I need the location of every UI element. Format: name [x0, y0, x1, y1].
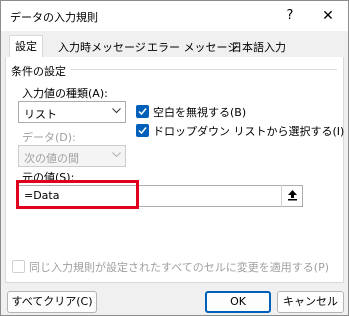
cancel-button[interactable]: キャンセル [277, 291, 344, 313]
ok-button[interactable]: OK [205, 291, 271, 313]
allow-combo[interactable]: リスト [18, 101, 126, 123]
clear-all-button[interactable]: すべてクリア(C) [7, 291, 97, 313]
apply-all-label: 同じ入力規則が設定されたすべてのセルに変更を適用する(P) [29, 261, 330, 274]
window-title: データの入力規則 [10, 11, 98, 24]
in-cell-dropdown-checkbox[interactable] [136, 124, 149, 137]
group-divider [71, 69, 337, 70]
allow-label: 入力値の種類(A): [22, 87, 108, 100]
allow-value: リスト [24, 108, 57, 121]
source-highlight-box [16, 180, 139, 209]
close-button[interactable]: ✕ [315, 5, 341, 27]
collapse-dialog-icon [287, 190, 297, 201]
chevron-down-icon[interactable] [108, 102, 125, 122]
apply-all-checkbox[interactable] [12, 260, 25, 273]
tab-ime-mode[interactable]: 日本語入力 [226, 38, 291, 57]
tab-input-message[interactable]: 入力時メッセージ [53, 38, 151, 57]
checkmark-icon [138, 108, 147, 116]
data-combo: 次の値の間 [18, 145, 126, 167]
ignore-blank-checkbox[interactable] [136, 105, 149, 118]
data-validation-dialog: データの入力規則 ? ✕ 設定 入力時メッセージ エラー メッセージ 日本語入力… [0, 0, 349, 316]
chevron-down-icon [108, 146, 125, 166]
title-bar: データの入力規則 ? ✕ [1, 1, 348, 31]
data-value: 次の値の間 [24, 152, 79, 165]
checkmark-icon [138, 127, 147, 135]
in-cell-dropdown-label: ドロップダウン リストから選択する(I) [153, 125, 345, 138]
help-button[interactable]: ? [277, 5, 303, 27]
criteria-group-label: 条件の設定 [11, 65, 66, 78]
tab-settings[interactable]: 設定 [9, 35, 43, 58]
ignore-blank-label: 空白を無視する(B) [153, 106, 247, 119]
data-label: データ(D): [22, 131, 76, 144]
collapse-dialog-button[interactable] [281, 185, 302, 207]
